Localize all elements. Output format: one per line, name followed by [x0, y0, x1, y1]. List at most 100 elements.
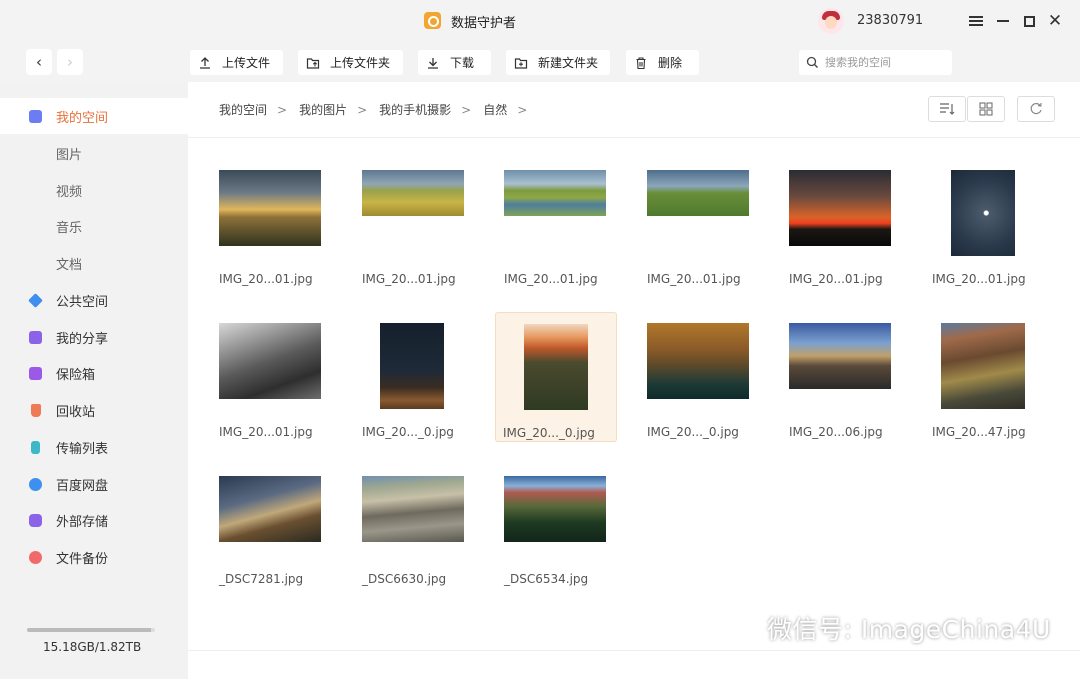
file-tile[interactable]: IMG_20...01.jpg — [640, 162, 762, 292]
sidebar-item-music[interactable]: 音乐 — [0, 208, 188, 244]
app-logo-icon — [424, 12, 441, 29]
sidebar-item-my-share[interactable]: 我的分享 — [0, 319, 188, 355]
upload-folder-icon — [306, 57, 320, 69]
sidebar-item-public-space[interactable]: 公共空间 — [0, 282, 188, 318]
avatar[interactable] — [818, 8, 844, 34]
sidebar-item-label: 我的空间 — [56, 110, 109, 126]
file-tile[interactable]: _DSC7281.jpg — [212, 468, 334, 598]
delete-button[interactable]: 删除 — [626, 50, 699, 75]
sidebar-item-baidu-pan[interactable]: 百度网盘 — [0, 466, 188, 502]
backup-icon — [29, 550, 42, 564]
photo-thumbnail — [219, 170, 321, 246]
upload-file-button[interactable]: 上传文件 — [190, 50, 283, 75]
download-icon — [428, 57, 438, 69]
download-button[interactable]: 下载 — [418, 50, 491, 75]
upload-folder-button[interactable]: 上传文件夹 — [298, 50, 403, 75]
sidebar-item-external-storage[interactable]: 外部存储 — [0, 502, 188, 538]
close-icon[interactable]: ✕ — [1043, 9, 1067, 33]
photo-thumbnail — [789, 323, 891, 389]
file-name: IMG_20...01.jpg — [647, 272, 741, 286]
file-tile[interactable]: IMG_20...01.jpg — [925, 162, 1047, 292]
file-name: IMG_20...47.jpg — [932, 425, 1026, 439]
external-storage-icon — [29, 513, 42, 527]
breadcrumb-item[interactable]: 自然 — [483, 101, 507, 118]
file-tile[interactable]: IMG_20..._0.jpg — [355, 315, 477, 445]
file-name: IMG_20...01.jpg — [362, 272, 456, 286]
photo-thumbnail — [941, 323, 1025, 409]
storage-progress-bar — [27, 628, 155, 632]
sidebar-item-my-space[interactable]: 我的空间 — [0, 98, 188, 134]
sidebar-item-file-backup[interactable]: 文件备份 — [0, 539, 188, 575]
search-box[interactable] — [799, 50, 952, 75]
file-tile[interactable]: IMG_20...01.jpg — [212, 162, 334, 292]
photo-thumbnail — [504, 476, 606, 542]
chevron-left-icon: ‹ — [36, 53, 42, 71]
upload-icon — [200, 56, 210, 69]
storage-progress-fill — [27, 628, 152, 632]
sidebar-item-documents[interactable]: 文档 — [0, 245, 188, 281]
file-tile[interactable]: IMG_20...06.jpg — [782, 315, 904, 445]
file-tile[interactable]: IMG_20...01.jpg — [212, 315, 334, 445]
forward-button[interactable]: › — [57, 49, 83, 75]
file-tile[interactable]: _DSC6630.jpg — [355, 468, 477, 598]
sidebar-item-label: 视频 — [56, 184, 83, 200]
trash-icon — [636, 56, 646, 69]
file-name: IMG_20...06.jpg — [789, 425, 883, 439]
file-tile[interactable]: IMG_20...01.jpg — [355, 162, 477, 292]
sidebar-item-label: 图片 — [56, 147, 83, 163]
file-tile[interactable]: IMG_20...01.jpg — [497, 162, 619, 292]
photo-thumbnail — [362, 476, 464, 542]
chevron-right-icon: > — [461, 102, 472, 117]
breadcrumb-item[interactable]: 我的图片 — [299, 101, 347, 118]
photo-thumbnail — [951, 170, 1015, 256]
maximize-icon[interactable] — [1017, 9, 1041, 33]
divider — [188, 137, 1080, 138]
grid-view-icon — [979, 102, 993, 116]
menu-icon[interactable] — [964, 9, 988, 33]
back-button[interactable]: ‹ — [26, 49, 52, 75]
baidu-pan-icon — [29, 477, 42, 491]
watermark: 微信号: ImageChina4U — [713, 610, 1051, 646]
search-icon — [806, 56, 818, 68]
new-folder-button[interactable]: 新建文件夹 — [506, 50, 610, 75]
breadcrumb-item[interactable]: 我的空间 — [219, 101, 267, 118]
file-name: IMG_20...01.jpg — [219, 425, 313, 439]
photo-thumbnail — [380, 323, 444, 409]
file-name: _DSC6534.jpg — [504, 572, 589, 586]
file-tile[interactable]: IMG_20..._0.jpg — [640, 315, 762, 445]
storage-usage-text: 15.18GB/1.82TB — [43, 640, 142, 654]
sidebar-item-safe[interactable]: 保险箱 — [0, 355, 188, 391]
download-label: 下载 — [450, 56, 475, 70]
my-space-icon — [29, 109, 42, 123]
sidebar-item-recycle-bin[interactable]: 回收站 — [0, 392, 188, 428]
file-tile[interactable]: IMG_20...01.jpg — [782, 162, 904, 292]
photo-thumbnail — [524, 324, 588, 410]
share-icon — [29, 330, 42, 344]
title-bar: 数据守护者 23830791 ✕ — [0, 0, 1080, 42]
public-space-icon — [28, 292, 43, 308]
grid-view-button[interactable] — [967, 96, 1005, 122]
recycle-bin-icon — [31, 403, 41, 417]
photo-thumbnail — [647, 323, 749, 399]
sidebar-item-label: 保险箱 — [56, 367, 96, 383]
minimize-icon[interactable] — [991, 9, 1015, 33]
toolbar: ‹ › 上传文件 上传文件夹 下载 新建文件夹 删除 — [0, 42, 1080, 82]
photo-thumbnail — [789, 170, 891, 246]
search-input[interactable] — [825, 56, 943, 69]
file-tile[interactable]: IMG_20...47.jpg — [925, 315, 1047, 445]
refresh-button[interactable] — [1017, 96, 1055, 122]
file-tile[interactable]: _DSC6534.jpg — [497, 468, 619, 598]
refresh-icon — [1030, 102, 1042, 115]
sidebar-item-pictures[interactable]: 图片 — [0, 135, 188, 171]
file-name: IMG_20..._0.jpg — [647, 425, 739, 439]
file-name: _DSC7281.jpg — [219, 572, 304, 586]
sidebar-item-transfer-list[interactable]: 传输列表 — [0, 429, 188, 465]
sort-list-button[interactable] — [928, 96, 966, 122]
file-tile-selected[interactable]: IMG_20..._0.jpg — [495, 312, 617, 442]
breadcrumb: 我的空间 > 我的图片 > 我的手机摄影 > 自然 > — [219, 101, 539, 118]
user-id[interactable]: 23830791 — [857, 13, 923, 28]
photo-thumbnail — [647, 170, 749, 216]
sidebar-item-label: 文件备份 — [56, 551, 109, 567]
sidebar-item-videos[interactable]: 视频 — [0, 172, 188, 208]
breadcrumb-item[interactable]: 我的手机摄影 — [379, 101, 451, 118]
